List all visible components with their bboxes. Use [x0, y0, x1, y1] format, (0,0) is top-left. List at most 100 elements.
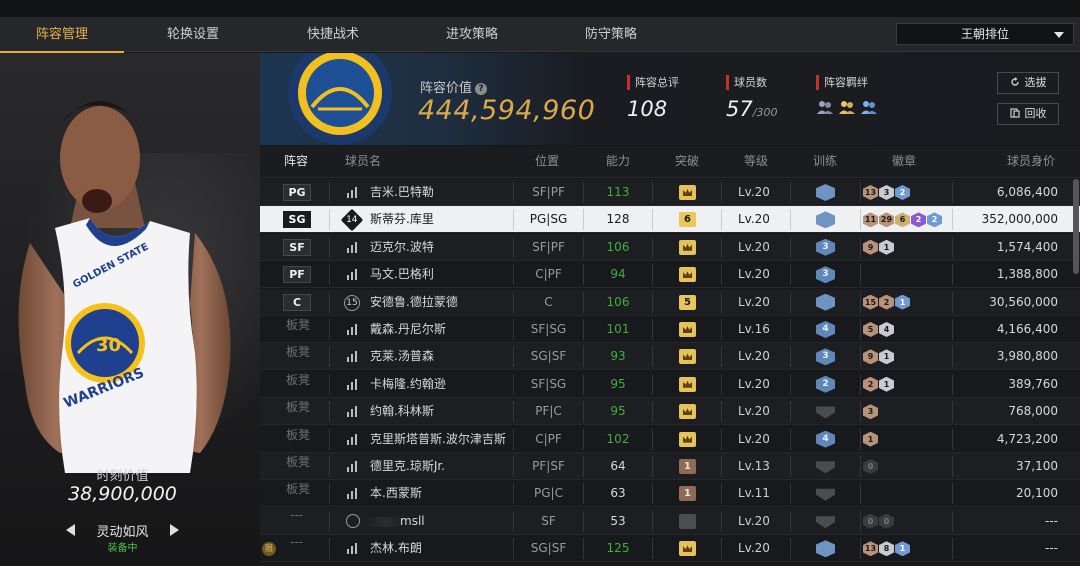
- stats-icon[interactable]: [346, 241, 358, 253]
- player-name[interactable]: 德里克.琼斯Jr.: [370, 453, 445, 480]
- tab-offense-strategy[interactable]: 进攻策略: [410, 17, 534, 52]
- table-scrollbar[interactable]: [1073, 179, 1079, 274]
- breakthrough-badge[interactable]: 1: [679, 486, 696, 502]
- lineup-slot-badge[interactable]: SG: [283, 211, 311, 229]
- player-name[interactable]: 克里斯塔普斯.波尔津吉斯: [370, 426, 506, 453]
- table-row[interactable]: SG 14 斯蒂芬.库里 PG|SG 128 6 Lv.20 11 29 6 2 2 352,000,0…: [260, 206, 1080, 234]
- badge-icon[interactable]: 0: [863, 459, 878, 474]
- bench-slot-label[interactable]: 板凳: [286, 426, 310, 443]
- player-name[interactable]: 卡梅隆.约翰逊: [370, 371, 446, 398]
- player-name[interactable]: 斯蒂芬.库里: [370, 206, 434, 233]
- badge-icon[interactable]: 9: [863, 239, 878, 255]
- bench-slot-label[interactable]: 板凳: [286, 316, 310, 333]
- breakthrough-badge[interactable]: 5: [679, 294, 696, 310]
- col-training[interactable]: 训练: [813, 146, 837, 178]
- recycle-button[interactable]: 回收: [997, 103, 1059, 125]
- player-name[interactable]: msll: [400, 508, 425, 535]
- breakthrough-badge[interactable]: 6: [679, 212, 696, 228]
- badge-icon[interactable]: 3: [863, 404, 878, 420]
- bench-slot-label[interactable]: 板凳: [286, 480, 310, 497]
- player-name[interactable]: 安德鲁.德拉蒙德: [370, 289, 458, 316]
- badge-icon[interactable]: 5: [863, 322, 878, 337]
- table-row[interactable]: 限 --- 杰林.布朗 SG|SF 125 Lv.20 13 8 1 ---: [260, 535, 1080, 563]
- breakthrough-badge[interactable]: [679, 513, 696, 529]
- breakthrough-crown-icon[interactable]: [679, 404, 696, 420]
- table-row[interactable]: PG 吉米.巴特勒 SF|PF 113 Lv.20 13 3 2 6,086,400: [260, 179, 1080, 206]
- badge-icon[interactable]: 15: [863, 294, 878, 310]
- empty-slot-label[interactable]: ---: [290, 508, 303, 522]
- table-row[interactable]: 板凳 克里斯塔普斯.波尔津吉斯 C|PF 102 Lv.20 4 1 4,723,200: [260, 425, 1080, 453]
- breakthrough-crown-icon[interactable]: [679, 239, 696, 255]
- bench-slot-label[interactable]: 板凳: [286, 371, 310, 388]
- bond-icon-3[interactable]: [860, 99, 878, 115]
- player-name[interactable]: 克莱.汤普森: [370, 343, 434, 370]
- badge-icon[interactable]: 0: [863, 513, 878, 529]
- breakthrough-crown-icon[interactable]: [679, 322, 696, 337]
- col-player-name[interactable]: 球员名: [345, 146, 381, 178]
- badge-icon[interactable]: 6: [895, 212, 910, 228]
- col-level[interactable]: 等级: [744, 146, 768, 178]
- mode-dropdown[interactable]: 王朝排位: [896, 23, 1074, 45]
- player-name[interactable]: 戴森.丹尼尔斯: [370, 316, 446, 343]
- lineup-slot-badge[interactable]: SF: [283, 238, 311, 256]
- bench-slot-label[interactable]: 板凳: [286, 398, 310, 415]
- breakthrough-badge[interactable]: 1: [679, 459, 696, 474]
- table-row[interactable]: PF 马文.巴格利 C|PF 94 Lv.20 3 1,388,800: [260, 261, 1080, 289]
- lineup-slot-badge[interactable]: PF: [283, 266, 311, 284]
- badge-icon[interactable]: 11: [863, 212, 878, 228]
- stats-icon[interactable]: [346, 543, 358, 555]
- col-breakthrough[interactable]: 突破: [675, 146, 699, 178]
- table-row[interactable]: 板凳 德里克.琼斯Jr. PF|SF 64 1 Lv.13 0 37,100: [260, 453, 1080, 480]
- stats-icon[interactable]: [346, 269, 358, 281]
- training-icon[interactable]: [816, 516, 835, 529]
- badge-icon[interactable]: 29: [879, 212, 894, 228]
- badge-icon[interactable]: 2: [895, 185, 910, 200]
- stats-icon[interactable]: [346, 406, 358, 418]
- table-row[interactable]: C 15 安德鲁.德拉蒙德 C 106 5 Lv.20 15 2 1 30,560,000: [260, 288, 1080, 316]
- training-icon[interactable]: [816, 488, 835, 501]
- tab-rotation-settings[interactable]: 轮换设置: [131, 17, 255, 52]
- badge-icon[interactable]: 4: [879, 322, 894, 337]
- badge-icon[interactable]: 9: [863, 349, 878, 365]
- badge-icon[interactable]: 1: [879, 239, 894, 255]
- breakthrough-crown-icon[interactable]: [679, 541, 696, 557]
- stats-icon[interactable]: [346, 433, 358, 445]
- player-name[interactable]: 吉米.巴特勒: [370, 179, 434, 206]
- training-icon[interactable]: [816, 184, 835, 201]
- bond-icon-2[interactable]: [838, 99, 856, 115]
- bench-slot-label[interactable]: 板凳: [286, 453, 310, 470]
- training-icon[interactable]: 4: [816, 321, 835, 338]
- training-icon[interactable]: [816, 211, 835, 229]
- training-icon[interactable]: [816, 461, 835, 474]
- badge-icon[interactable]: 1: [895, 541, 910, 557]
- tab-quick-tactics[interactable]: 快捷战术: [271, 17, 395, 52]
- table-row[interactable]: 板凳 戴森.丹尼尔斯 SF|SG 101 Lv.16 4 5 4 4,166,400: [260, 316, 1080, 343]
- stats-icon[interactable]: [346, 378, 358, 390]
- training-icon[interactable]: [816, 540, 835, 558]
- training-icon[interactable]: 4: [816, 430, 835, 448]
- breakthrough-crown-icon[interactable]: [679, 267, 696, 283]
- player-name[interactable]: 迈克尔.波特: [370, 234, 434, 261]
- badge-icon[interactable]: 2: [879, 294, 894, 310]
- bench-slot-label[interactable]: 板凳: [286, 343, 310, 360]
- badge-icon[interactable]: 1: [879, 349, 894, 365]
- empty-slot-label[interactable]: ---: [290, 535, 303, 549]
- badge-icon[interactable]: 13: [863, 541, 878, 557]
- player-name[interactable]: 马文.巴格利: [370, 261, 434, 288]
- breakthrough-crown-icon[interactable]: [679, 185, 696, 200]
- stats-icon[interactable]: [346, 187, 358, 198]
- training-icon[interactable]: 2: [816, 375, 835, 393]
- col-badges[interactable]: 徽章: [892, 146, 916, 178]
- badge-icon[interactable]: 2: [927, 212, 942, 228]
- table-row[interactable]: 板凳 本.西蒙斯 PG|C 63 1 Lv.11 20,100: [260, 480, 1080, 508]
- training-icon[interactable]: [816, 406, 835, 419]
- breakthrough-crown-icon[interactable]: [679, 431, 696, 447]
- col-lineup[interactable]: 阵容: [284, 146, 308, 178]
- col-player-worth[interactable]: 球员身价: [1007, 146, 1055, 178]
- badge-icon[interactable]: 2: [911, 212, 926, 228]
- breakthrough-crown-icon[interactable]: [679, 376, 696, 392]
- col-ability[interactable]: 能力: [606, 146, 630, 178]
- table-row[interactable]: --- msll SF 53 Lv.20 0 0 ---: [260, 507, 1080, 535]
- badge-icon[interactable]: 3: [879, 185, 894, 200]
- badge-icon[interactable]: 1: [895, 294, 910, 310]
